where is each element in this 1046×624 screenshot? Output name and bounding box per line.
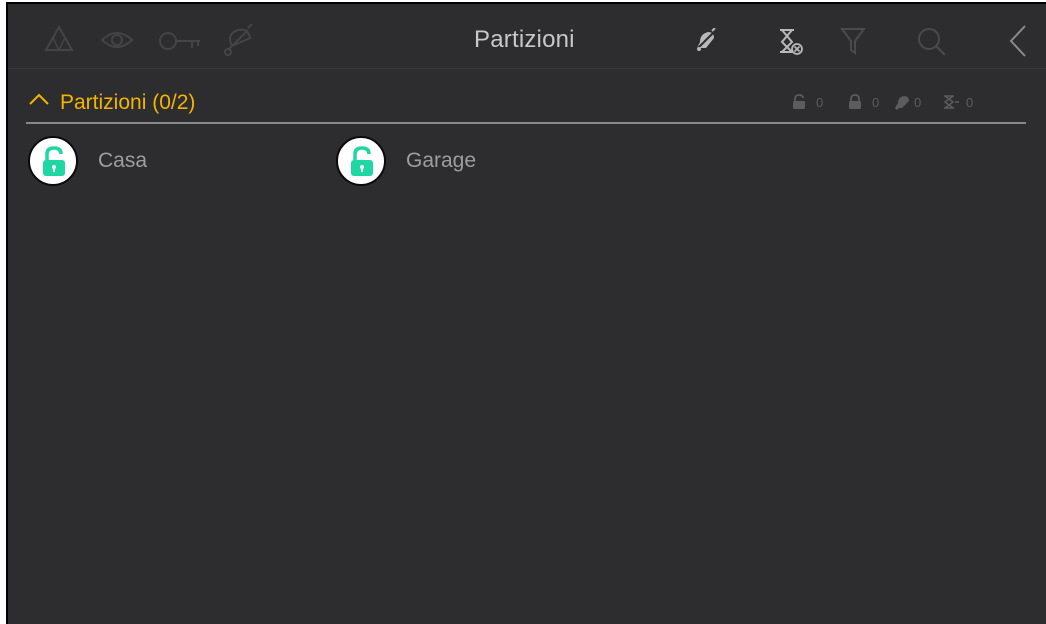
section-divider [26,122,1026,124]
top-toolbar: Partizioni [8,4,1046,69]
partition-status-badge [336,136,386,186]
unlocked-icon [793,94,805,109]
unlocked-padlock-icon [43,146,65,176]
bell-icon[interactable] [222,24,256,56]
section-title: Partizioni (0/2) [60,91,196,114]
partition-status-badge [28,136,78,186]
alarm-warning-icon[interactable] [44,24,74,54]
section-header-partizioni[interactable]: Partizioni (0/2) 0 0 0 0 [26,88,1026,124]
partition-name: Casa [98,149,148,172]
chevron-up-icon[interactable] [28,92,50,106]
bell-small-icon [895,96,909,110]
filter-icon[interactable] [840,26,866,56]
page-title: Partizioni [474,26,575,53]
bell-silence-icon[interactable] [694,28,718,52]
hourglass-icon [943,95,959,109]
status-counters: 0 0 0 0 [792,94,984,112]
unlocked-padlock-icon [351,146,373,176]
partition-item-garage[interactable]: Garage [336,136,596,190]
key-icon[interactable] [158,30,202,52]
locked-icon [849,94,861,109]
partition-name: Garage [406,149,477,172]
partition-item-casa[interactable]: Casa [28,136,288,190]
search-icon[interactable] [916,26,948,58]
back-chevron-icon[interactable] [1008,24,1028,58]
hourglass-cancel-icon[interactable] [776,26,804,56]
app-frame: Partizioni Partizioni (0/2) 0 0 0 0 Casa… [6,2,1046,624]
eye-icon[interactable] [100,30,134,50]
